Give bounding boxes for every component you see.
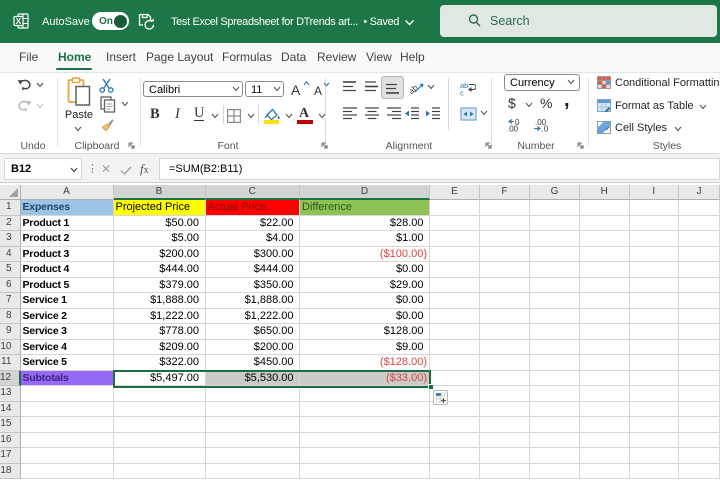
svg-text:.00: .00 xyxy=(507,125,519,133)
svg-text:X: X xyxy=(16,16,22,26)
svg-text:c: c xyxy=(460,89,464,97)
svg-text:.0: .0 xyxy=(542,125,549,133)
